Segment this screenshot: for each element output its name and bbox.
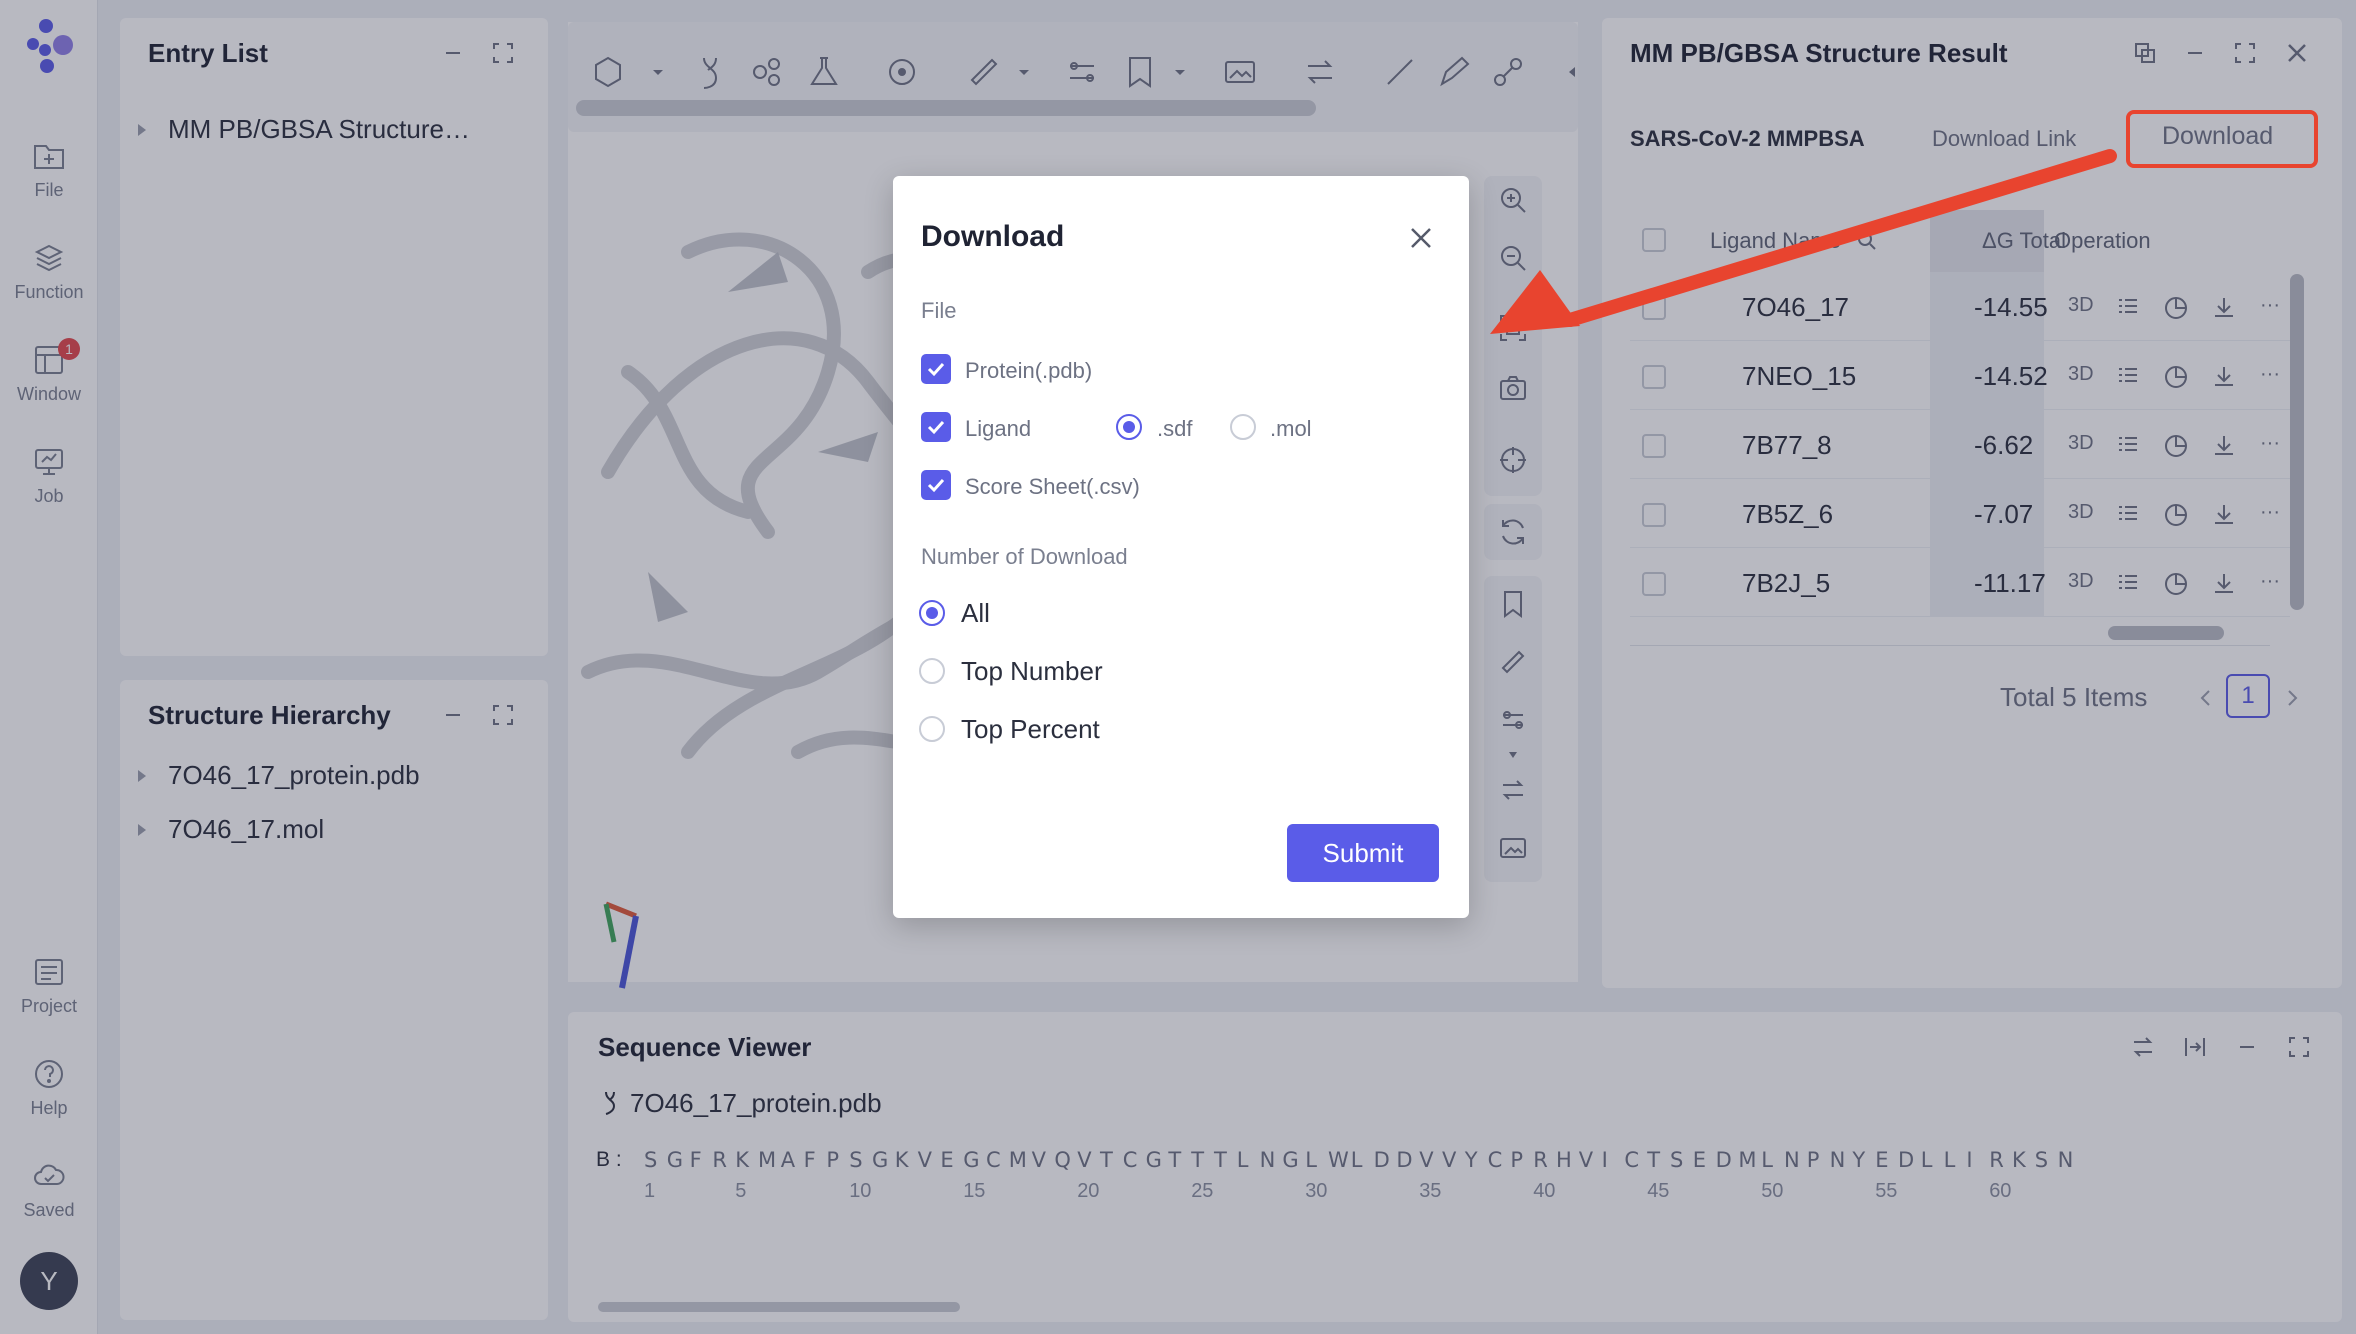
mol-label: .mol	[1270, 416, 1312, 441]
sdf-radio[interactable]	[1116, 414, 1142, 440]
all-label: All	[961, 598, 990, 628]
top-number-label: Top Number	[961, 656, 1103, 686]
file-section-label: File	[921, 298, 957, 323]
annotation-arrow	[1490, 149, 2117, 334]
submit-button[interactable]: Submit	[1287, 824, 1439, 882]
ligand-checkbox[interactable]	[921, 412, 951, 442]
number-section-label: Number of Download	[921, 544, 1128, 569]
download-dialog: Download File Protein(.pdb) Ligand .sdf …	[893, 176, 1469, 918]
dialog-title: Download	[921, 220, 1065, 253]
score-sheet-checkbox[interactable]	[921, 470, 951, 500]
top-percent-radio[interactable]	[919, 716, 945, 742]
close-icon[interactable]	[1403, 220, 1439, 256]
score-sheet-label: Score Sheet(.csv)	[965, 474, 1140, 499]
download-highlight-box	[2126, 110, 2318, 168]
sdf-label: .sdf	[1157, 416, 1193, 441]
top-number-radio[interactable]	[919, 658, 945, 684]
protein-checkbox[interactable]	[921, 354, 951, 384]
all-radio[interactable]	[919, 600, 945, 626]
protein-label: Protein(.pdb)	[965, 358, 1093, 383]
ligand-label: Ligand	[965, 416, 1032, 441]
mol-radio[interactable]	[1230, 414, 1256, 440]
top-percent-label: Top Percent	[961, 714, 1100, 744]
